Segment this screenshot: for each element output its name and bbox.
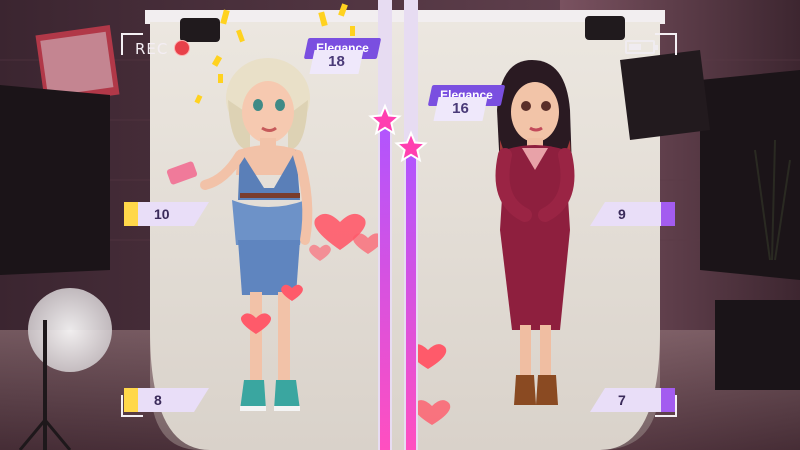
left-upper-rating-value: 10 <box>154 206 170 222</box>
left-upper-rating-badge: 10 <box>124 202 209 226</box>
left-category-score: 18 <box>309 49 364 74</box>
spotlight-left <box>180 18 220 42</box>
left-progress-fill <box>380 121 390 450</box>
rec-label: REC <box>135 40 169 58</box>
spotlight-right <box>585 16 625 40</box>
left-lower-rating-badge: 8 <box>124 388 209 412</box>
lamp-head-right <box>620 50 710 140</box>
photo-studio-scene <box>0 0 800 450</box>
left-category-tag: Elegance 18 <box>303 38 381 74</box>
softbox-lower-right <box>715 300 800 390</box>
right-lower-rating-badge: 7 <box>590 388 675 412</box>
right-progress-fill <box>406 148 416 450</box>
softbox-right <box>700 70 800 280</box>
right-upper-rating-value: 9 <box>618 206 626 222</box>
right-category-tag: Elegance 16 <box>427 85 505 121</box>
recording-dot-icon <box>174 40 190 56</box>
right-lower-rating-value: 7 <box>618 392 626 408</box>
softbox-left <box>0 85 110 275</box>
right-category-score: 16 <box>433 96 488 121</box>
left-lower-rating-value: 8 <box>154 392 162 408</box>
battery-icon <box>625 40 658 54</box>
right-upper-rating-badge: 9 <box>590 202 675 226</box>
